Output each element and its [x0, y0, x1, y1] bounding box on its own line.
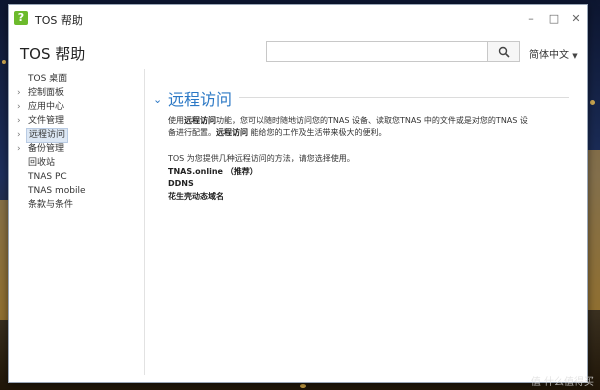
background-light [300, 384, 306, 388]
sidebar-item-label: TOS 桌面 [28, 74, 68, 84]
background-beam [0, 200, 8, 320]
window-title: TOS 帮助 [35, 14, 83, 27]
close-icon[interactable]: ✕ [566, 10, 586, 28]
search-icon [498, 46, 510, 58]
sidebar-item-label: 控制面板 [28, 88, 65, 98]
section-divider [239, 97, 569, 98]
chevron-right-icon[interactable]: › [17, 115, 21, 128]
background-light [2, 60, 6, 64]
background-light [590, 100, 595, 105]
watermark: 值 什么值得买 [530, 377, 594, 388]
sidebar-item-label: 文件管理 [28, 116, 65, 126]
chevron-right-icon[interactable]: › [17, 129, 21, 142]
background-beam [588, 150, 600, 310]
intro-text: 使用 [168, 116, 184, 125]
help-app-icon: ? [14, 11, 28, 25]
intro-text: 能给您的工作及生活带来极大的便利。 [248, 128, 387, 137]
maximize-icon[interactable]: □ [544, 10, 564, 28]
sidebar-item-label: 备份管理 [28, 144, 65, 154]
caret-down-icon: ▼ [572, 52, 578, 60]
search-input[interactable] [266, 41, 488, 62]
methods-intro: TOS 为您提供几种远程访问的方法，请您选择使用。 [168, 154, 355, 163]
method-link-ddns[interactable]: DDNS [168, 179, 194, 188]
chevron-right-icon[interactable]: › [17, 143, 21, 156]
sidebar-item-label: TNAS mobile [28, 186, 86, 196]
sidebar-item-label: 远程访问 [26, 128, 69, 143]
intro-text: 功能，您可以随时随地访问您的TNAS 设备、读取您TNAS 中的文件或是对您的T… [216, 116, 528, 125]
chevron-right-icon[interactable]: › [17, 101, 21, 114]
title-bar: ? TOS 帮助 – □ ✕ [9, 5, 587, 33]
intro-paragraph: 使用远程访问功能，您可以随时随地访问您的TNAS 设备、读取您TNAS 中的文件… [168, 115, 568, 139]
sidebar-item-label: 条款与条件 [28, 200, 74, 210]
sidebar: TOS 桌面 › 控制面板 › 应用中心 › 文件管理 › 远程访问 › 备份管… [13, 69, 145, 375]
page-title: TOS 帮助 [20, 45, 86, 63]
method-link-tnas-online[interactable]: TNAS.online （推荐） [168, 166, 258, 177]
minimize-icon[interactable]: – [521, 10, 541, 28]
sidebar-item-label: TNAS PC [28, 172, 67, 182]
sidebar-item-label: 回收站 [28, 158, 56, 168]
help-window: ? TOS 帮助 – □ ✕ TOS 帮助 简体中文 ▼ TOS 桌面 › 控制… [8, 4, 588, 383]
search-button[interactable] [488, 41, 520, 62]
method-link-oray[interactable]: 花生壳动态域名 [168, 191, 224, 202]
language-select[interactable]: 简体中文 ▼ [529, 46, 578, 61]
section-title: 远程访问 [168, 90, 233, 109]
chevron-down-icon[interactable]: ⌄ [153, 93, 162, 106]
sidebar-item-label: 应用中心 [28, 102, 65, 112]
intro-bold-text: 远程访问 [184, 116, 216, 125]
language-label: 简体中文 [529, 50, 569, 61]
intro-text: 备进行配置。 [168, 128, 216, 137]
chevron-right-icon[interactable]: › [17, 87, 21, 100]
intro-bold-text: 远程访问 [216, 128, 248, 137]
